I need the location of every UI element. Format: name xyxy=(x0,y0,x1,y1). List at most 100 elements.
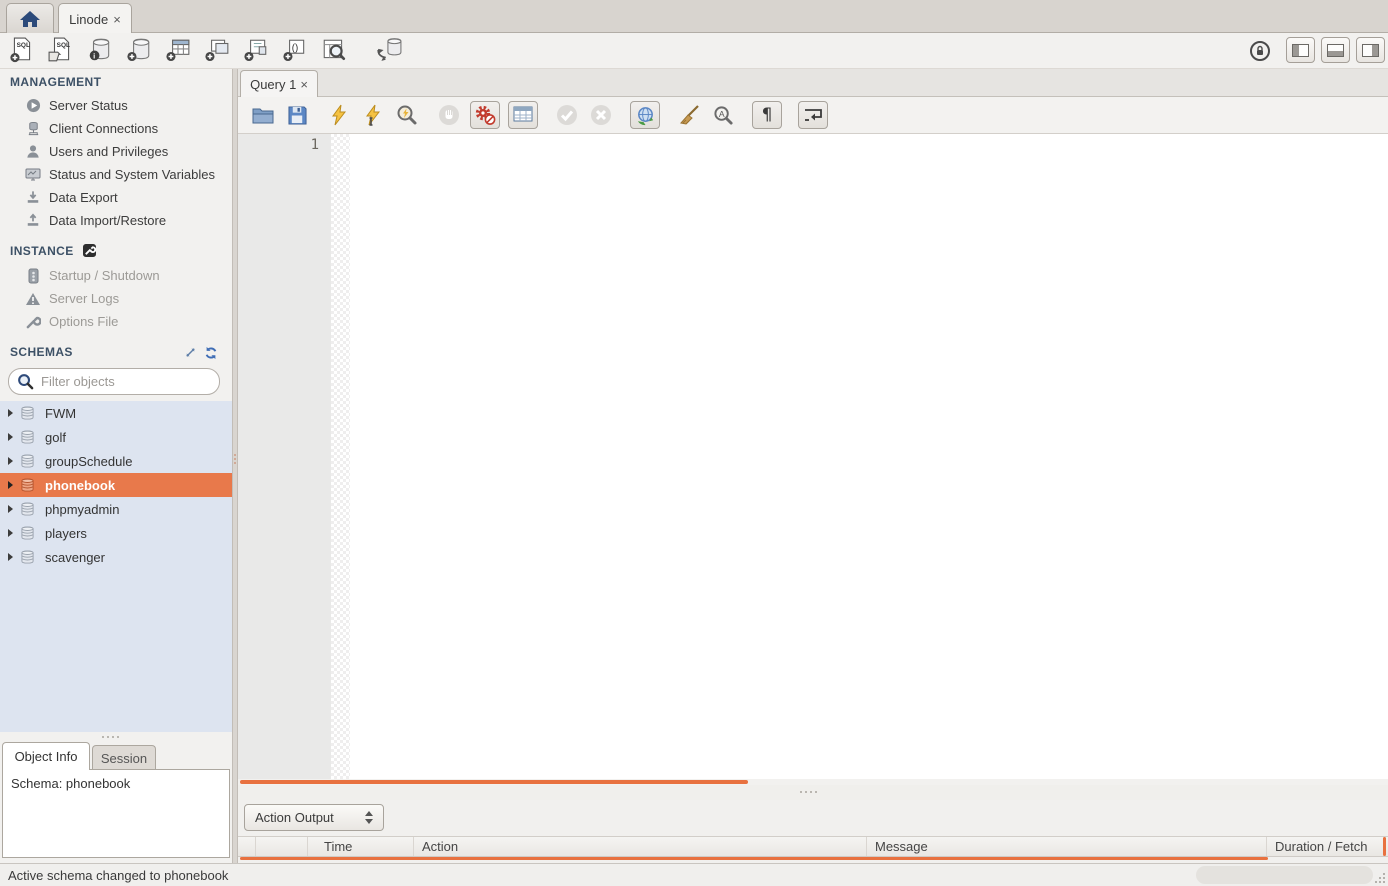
column-header-time[interactable]: Time xyxy=(308,837,414,856)
column-header-blank1[interactable] xyxy=(238,837,256,856)
column-header-blank2[interactable] xyxy=(256,837,308,856)
splitter-handle[interactable] xyxy=(800,791,817,793)
sidebar-item-client-connections[interactable]: Client Connections xyxy=(0,117,232,140)
open-sql-script-button[interactable]: SQL xyxy=(47,36,74,64)
create-table-button[interactable] xyxy=(164,36,191,64)
close-icon[interactable]: × xyxy=(300,78,308,91)
find-button[interactable]: A xyxy=(710,102,736,128)
expander-icon[interactable] xyxy=(8,457,13,465)
resize-grip[interactable] xyxy=(1375,873,1385,883)
toggle-output-area-button[interactable] xyxy=(1321,37,1350,63)
sidebar-item-server-logs[interactable]: Server Logs xyxy=(0,287,232,310)
stop-execution-button[interactable] xyxy=(436,102,462,128)
tab-query-1[interactable]: Query 1 × xyxy=(240,70,318,97)
output-splitter[interactable] xyxy=(238,785,1388,800)
toggle-limit-rows-button[interactable] xyxy=(508,101,538,129)
sidebar-item-label: Data Import/Restore xyxy=(49,213,166,228)
sidebar-splitter-handle[interactable] xyxy=(102,736,119,738)
column-header-action[interactable]: Action xyxy=(414,837,867,856)
expand-schemas-button[interactable] xyxy=(184,346,197,362)
clear-query-button[interactable] xyxy=(676,102,702,128)
schema-row-phpmyadmin[interactable]: phpmyadmin xyxy=(0,497,232,521)
import-arrow-icon xyxy=(25,213,41,228)
sidebar-item-label: Data Export xyxy=(49,190,118,205)
spinner-arrows-icon[interactable] xyxy=(365,811,373,824)
sidebar-item-data-import[interactable]: Data Import/Restore xyxy=(0,209,232,232)
toggle-invisible-characters-button[interactable]: ¶ xyxy=(752,101,782,129)
wrench-icon xyxy=(25,314,41,329)
window-tab-bar: Linode × xyxy=(0,0,1388,33)
warning-icon xyxy=(25,292,41,306)
object-info-content: Schema: phonebook xyxy=(11,776,130,791)
explain-magnifier-icon xyxy=(396,104,418,126)
svg-text:(): () xyxy=(291,43,298,54)
tab-object-info[interactable]: Object Info xyxy=(2,742,90,770)
home-tab[interactable] xyxy=(6,3,54,34)
reconnect-dbms-button[interactable] xyxy=(375,36,402,64)
search-table-data-button[interactable] xyxy=(320,36,347,64)
execute-current-statement-button[interactable] xyxy=(360,102,386,128)
column-header-duration-fetch[interactable]: Duration / Fetch xyxy=(1267,837,1388,856)
editor-horizontal-scrollbar[interactable] xyxy=(240,780,748,784)
limit-rows-table-icon xyxy=(513,106,533,124)
filter-objects-input[interactable] xyxy=(39,373,199,390)
create-function-button[interactable]: () xyxy=(281,36,308,64)
toggle-stop-on-error-button[interactable] xyxy=(470,101,500,129)
save-script-button[interactable] xyxy=(284,102,310,128)
statusbar-pill xyxy=(1196,866,1373,884)
close-icon[interactable]: × xyxy=(113,13,121,26)
output-vertical-scrollbar[interactable] xyxy=(1383,837,1386,856)
column-header-message[interactable]: Message xyxy=(867,837,1267,856)
sidebar-item-data-export[interactable]: Data Export xyxy=(0,186,232,209)
sidebar-item-startup-shutdown[interactable]: Startup / Shutdown xyxy=(0,264,232,287)
function-plus-icon: () xyxy=(282,37,308,63)
connection-tab-linode[interactable]: Linode × xyxy=(58,3,132,34)
explain-plan-button[interactable] xyxy=(394,102,420,128)
refresh-schemas-button[interactable] xyxy=(204,346,218,363)
toggle-left-sidebar-button[interactable] xyxy=(1286,37,1315,63)
execute-script-button[interactable] xyxy=(326,102,352,128)
expander-icon[interactable] xyxy=(8,433,13,441)
schema-inspector-button[interactable]: i xyxy=(86,36,113,64)
sidebar-item-options-file[interactable]: Options File xyxy=(0,310,232,333)
open-file-button[interactable] xyxy=(250,102,276,128)
schemas-section-header: SCHEMAS xyxy=(10,345,73,359)
create-schema-button[interactable] xyxy=(125,36,152,64)
tab-session[interactable]: Session xyxy=(92,745,156,770)
wrench-badge-icon xyxy=(83,244,96,257)
create-procedure-button[interactable] xyxy=(242,36,269,64)
expander-icon[interactable] xyxy=(8,505,13,513)
line-number: 1 xyxy=(311,137,319,153)
schema-row-scavenger[interactable]: scavenger xyxy=(0,545,232,569)
output-selector-label: Action Output xyxy=(255,810,334,825)
output-selector-dropdown[interactable]: Action Output xyxy=(244,804,384,831)
sidebar-item-status-system-variables[interactable]: Status and System Variables xyxy=(0,163,232,186)
commit-button[interactable] xyxy=(554,102,580,128)
schema-row-golf[interactable]: golf xyxy=(0,425,232,449)
toggle-autocommit-button[interactable] xyxy=(630,101,660,129)
expander-icon[interactable] xyxy=(8,553,13,561)
schema-row-groupschedule[interactable]: groupSchedule xyxy=(0,449,232,473)
schema-row-players[interactable]: players xyxy=(0,521,232,545)
expander-icon[interactable] xyxy=(8,529,13,537)
expander-icon[interactable] xyxy=(8,481,13,489)
create-view-button[interactable] xyxy=(203,36,230,64)
rollback-button[interactable] xyxy=(588,102,614,128)
schema-row-phonebook-selected[interactable]: phonebook xyxy=(0,473,232,497)
view-plus-icon xyxy=(204,37,230,63)
sidebar-item-server-status[interactable]: Server Status xyxy=(0,94,232,117)
new-sql-tab-button[interactable]: SQL xyxy=(8,36,35,64)
expander-icon[interactable] xyxy=(8,409,13,417)
left-panel-icon xyxy=(1292,44,1309,57)
sql-editor[interactable]: 1 xyxy=(238,134,1388,779)
navigator-sidebar: MANAGEMENT Server Status Client Connecti… xyxy=(0,69,232,863)
schema-icon xyxy=(20,478,36,492)
output-horizontal-scrollbar[interactable] xyxy=(240,857,1268,860)
schema-row-fwm[interactable]: FWM xyxy=(0,401,232,425)
sidebar-item-users-privileges[interactable]: Users and Privileges xyxy=(0,140,232,163)
toggle-word-wrap-button[interactable] xyxy=(798,101,828,129)
lock-status-button[interactable] xyxy=(1249,40,1271,65)
broom-icon xyxy=(678,105,700,125)
toggle-right-sidebar-button[interactable] xyxy=(1356,37,1385,63)
find-magnifier-icon: A xyxy=(713,105,734,126)
